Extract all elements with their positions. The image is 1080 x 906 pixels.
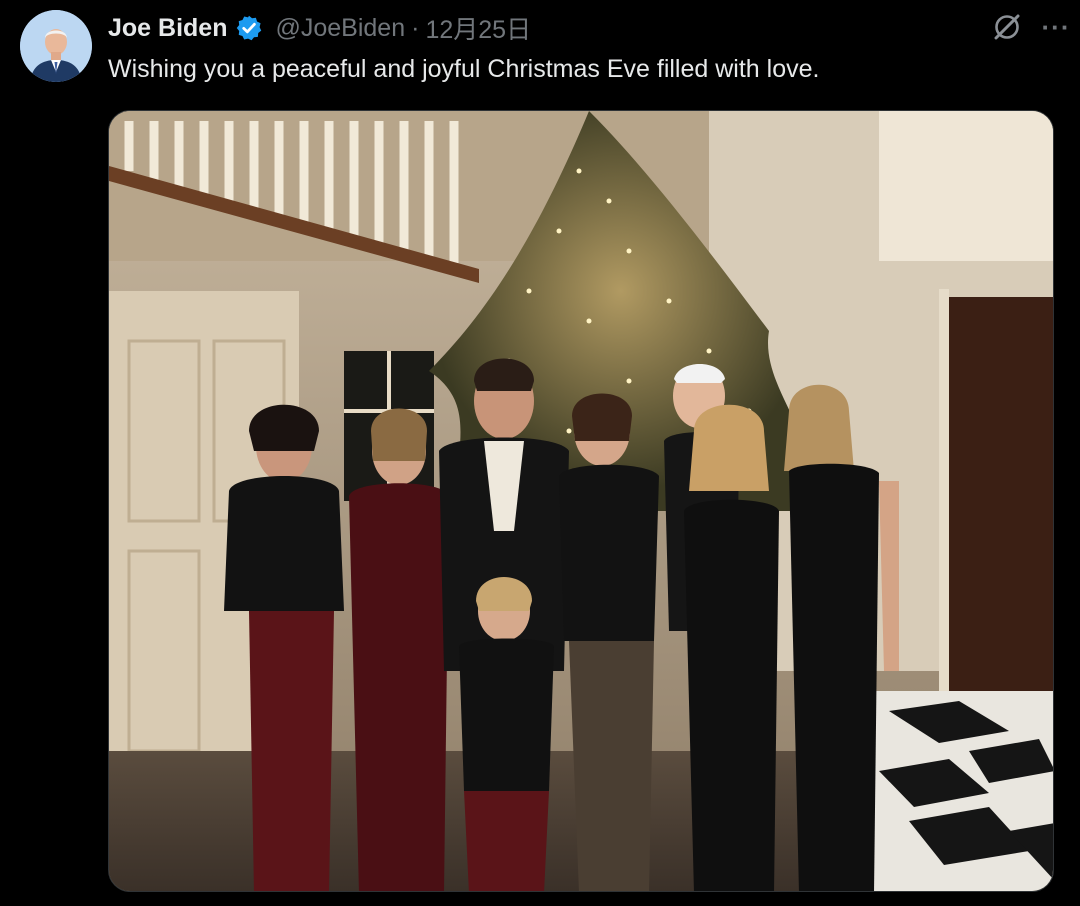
family-christmas-photo bbox=[109, 111, 1053, 891]
tweet-date[interactable]: 12月25日 bbox=[425, 10, 531, 46]
verified-badge-icon bbox=[235, 14, 263, 42]
author-avatar[interactable] bbox=[20, 10, 92, 82]
tweet: Joe Biden @JoeBiden · 12月25日 ··· Wishing… bbox=[0, 0, 1080, 906]
grok-icon[interactable] bbox=[990, 10, 1024, 44]
tweet-header: Joe Biden @JoeBiden · 12月25日 bbox=[108, 10, 531, 46]
more-options-icon[interactable]: ··· bbox=[1040, 12, 1072, 42]
avatar-portrait-icon bbox=[20, 10, 92, 82]
author-handle[interactable]: @JoeBiden bbox=[275, 14, 405, 43]
author-display-name[interactable]: Joe Biden bbox=[108, 14, 227, 43]
header-separator: · bbox=[411, 13, 420, 42]
tweet-text: Wishing you a peaceful and joyful Christ… bbox=[108, 55, 820, 83]
tweet-media-photo[interactable] bbox=[108, 110, 1054, 892]
